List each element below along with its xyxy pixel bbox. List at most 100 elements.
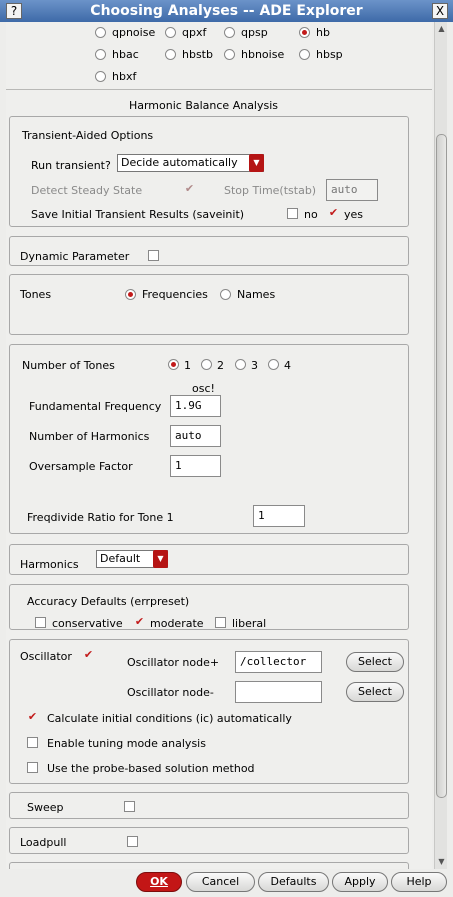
sweep-frame: Sweep [9, 792, 409, 819]
ok-button-label: OK [150, 875, 168, 888]
moderate-checkbox[interactable]: ✔ [134, 616, 145, 628]
stop-time-label: Stop Time(tstab) [224, 184, 317, 197]
fundamental-frequency-label: Fundamental Frequency [29, 400, 162, 413]
radio-label-qpxf: qpxf [182, 26, 207, 39]
radio-qpsp[interactable] [224, 27, 235, 38]
radio-hbac[interactable] [95, 49, 106, 60]
radio-hb[interactable] [299, 27, 310, 38]
tones-4-label: 4 [284, 359, 291, 372]
select-node-plus-button[interactable]: Select [346, 652, 404, 672]
run-transient-value: Decide automatically [121, 156, 238, 169]
tones-3-label: 3 [251, 359, 258, 372]
radio-names[interactable] [220, 289, 231, 300]
detect-steady-state-label: Detect Steady State [31, 184, 143, 197]
help-icon[interactable]: ? [6, 3, 22, 19]
stop-time-field: auto [326, 179, 378, 201]
radio-label-hbnoise: hbnoise [241, 48, 285, 61]
conservative-checkbox[interactable] [35, 617, 46, 628]
probe-method-checkbox[interactable] [27, 762, 38, 773]
freqdivide-ratio-label: Freqdivide Ratio for Tone 1 [27, 511, 174, 524]
radio-hbnoise[interactable] [224, 49, 235, 60]
radio-tones-4[interactable] [268, 359, 279, 370]
dynamic-parameter-label: Dynamic Parameter [20, 250, 130, 263]
oscillator-node-minus-field[interactable] [235, 681, 322, 703]
tones-1-label: 1 [184, 359, 191, 372]
scrollbar-thumb[interactable] [436, 134, 447, 798]
vertical-scrollbar[interactable]: ▲ ▼ [434, 22, 447, 869]
conservative-label: conservative [52, 617, 123, 630]
defaults-button-label: Defaults [270, 875, 317, 888]
number-of-harmonics-field[interactable]: auto [170, 425, 221, 447]
names-label: Names [237, 288, 276, 301]
freqdivide-ratio-field[interactable]: 1 [253, 505, 305, 527]
apply-button-label: Apply [344, 875, 376, 888]
radio-tones-1[interactable] [168, 359, 179, 370]
oscillator-frame: Oscillator ✔ Oscillator node+ /collector… [9, 639, 409, 784]
tones-frame: Tones Frequencies Names [9, 274, 409, 335]
radio-label-hbac: hbac [112, 48, 139, 61]
radio-tones-2[interactable] [201, 359, 212, 370]
tones-2-label: 2 [217, 359, 224, 372]
saveinit-no-checkbox[interactable] [287, 208, 298, 219]
radio-qpnoise[interactable] [95, 27, 106, 38]
oversample-factor-field[interactable]: 1 [170, 455, 221, 477]
scroll-up-icon[interactable]: ▲ [435, 22, 448, 36]
radio-hbstb[interactable] [165, 49, 176, 60]
run-transient-select[interactable]: Decide automatically ▼ [117, 154, 264, 172]
title-bar: Choosing Analyses -- ADE Explorer [0, 0, 453, 22]
loadpull-label: Loadpull [20, 836, 67, 849]
cancel-button-label: Cancel [201, 875, 240, 888]
help-button[interactable]: Help [391, 872, 447, 892]
harmonics-value: Default [100, 552, 141, 565]
radio-label-hb: hb [316, 26, 330, 39]
scroll-down-icon[interactable]: ▼ [435, 855, 448, 869]
frequencies-label: Frequencies [142, 288, 208, 301]
oscillator-label: Oscillator [20, 650, 72, 663]
accuracy-frame: Accuracy Defaults (errpreset) conservati… [9, 584, 409, 630]
radio-qpxf[interactable] [165, 27, 176, 38]
number-of-harmonics-label: Number of Harmonics [29, 430, 150, 443]
moderate-label: moderate [150, 617, 204, 630]
close-icon[interactable]: X [432, 3, 448, 19]
radio-hbsp[interactable] [299, 49, 310, 60]
oscillator-checkbox[interactable]: ✔ [83, 649, 94, 661]
tuning-mode-checkbox[interactable] [27, 737, 38, 748]
radio-hbxf[interactable] [95, 71, 106, 82]
loadpull-frame: Loadpull [9, 827, 409, 854]
sweep-checkbox[interactable] [124, 801, 135, 812]
saveinit-yes-label: yes [344, 208, 364, 221]
liberal-label: liberal [232, 617, 267, 630]
number-of-tones-label: Number of Tones [22, 359, 115, 372]
oscillator-node-plus-field[interactable]: /collector [235, 651, 322, 673]
column-header-osc: osc! [192, 382, 215, 395]
chevron-down-icon: ▼ [153, 550, 168, 568]
select-node-minus-button[interactable]: Select [346, 682, 404, 702]
dialog-button-bar: OK Cancel Defaults Apply Help [0, 869, 453, 897]
ok-button[interactable]: OK [136, 872, 182, 892]
next-section-frame [9, 862, 409, 869]
window-title: Choosing Analyses -- ADE Explorer [90, 3, 363, 19]
section-title: Harmonic Balance Analysis [128, 99, 279, 112]
dynamic-parameter-frame: Dynamic Parameter [9, 236, 409, 266]
dynamic-parameter-checkbox[interactable] [148, 250, 159, 261]
oscillator-node-plus-label: Oscillator node+ [127, 656, 220, 669]
radio-label-hbxf: hbxf [112, 70, 137, 83]
radio-label-qpnoise: qpnoise [112, 26, 156, 39]
harmonics-label: Harmonics [20, 558, 79, 571]
defaults-button[interactable]: Defaults [258, 872, 329, 892]
sweep-label: Sweep [27, 801, 64, 814]
apply-button[interactable]: Apply [332, 872, 388, 892]
radio-tones-3[interactable] [235, 359, 246, 370]
fundamental-frequency-field[interactable]: 1.9G [170, 395, 221, 417]
run-transient-label: Run transient? [31, 159, 111, 172]
loadpull-checkbox[interactable] [127, 836, 138, 847]
liberal-checkbox[interactable] [215, 617, 226, 628]
calc-ic-label: Calculate initial conditions (ic) automa… [47, 712, 292, 725]
detect-steady-state-checkbox: ✔ [184, 182, 195, 195]
analysis-options-panel: qpnoise qpxf qpsp hb hbac hbstb hbnoise … [6, 22, 432, 869]
saveinit-yes-checkbox[interactable]: ✔ [328, 207, 339, 219]
cancel-button[interactable]: Cancel [186, 872, 255, 892]
harmonics-select[interactable]: Default ▼ [96, 550, 168, 568]
calc-ic-checkbox[interactable]: ✔ [27, 711, 38, 723]
radio-frequencies[interactable] [125, 289, 136, 300]
